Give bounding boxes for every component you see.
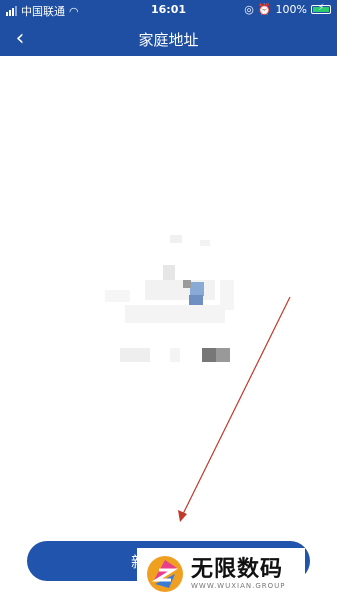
watermark: 无限数码 WWW.WUXIAN.GROUP <box>137 548 305 600</box>
watermark-subtitle: WWW.WUXIAN.GROUP <box>191 582 286 590</box>
watermark-title: 无限数码 <box>191 557 284 582</box>
annotation-arrow <box>178 296 291 522</box>
watermark-text: 无限数码 WWW.WUXIAN.GROUP <box>191 557 286 591</box>
watermark-logo-icon <box>147 556 183 592</box>
